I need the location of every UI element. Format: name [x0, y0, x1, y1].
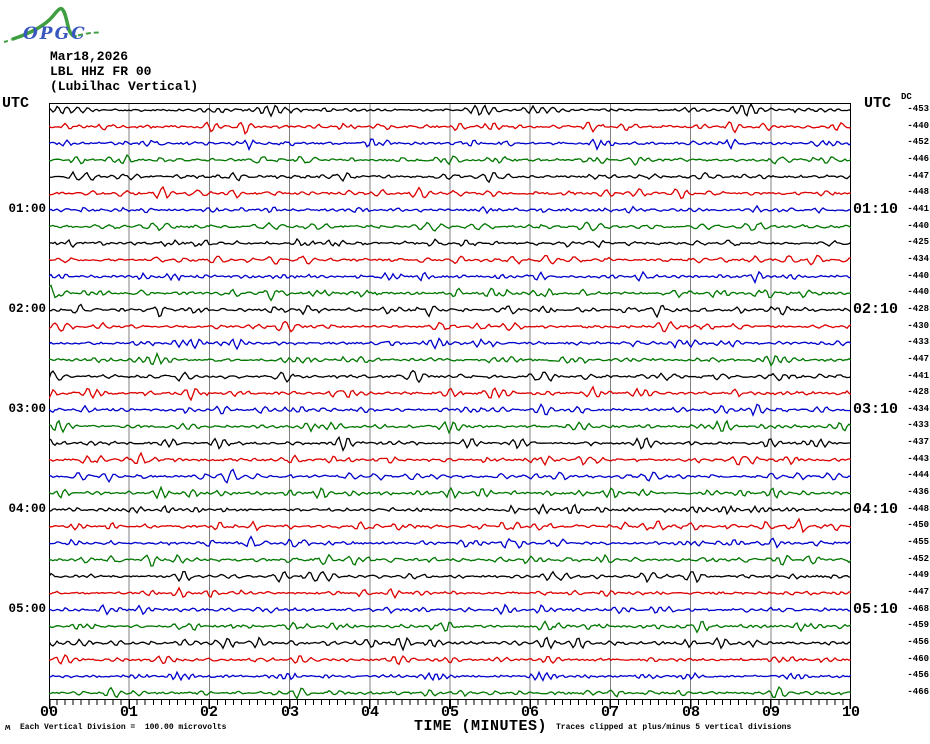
- dc-value: -433: [907, 337, 929, 347]
- dc-value: -425: [907, 237, 929, 247]
- dc-value: -449: [907, 570, 929, 580]
- header-date: Mar18,2026: [50, 49, 129, 64]
- header-station: LBL HHZ FR 00: [50, 64, 152, 79]
- dc-value: -446: [907, 154, 929, 164]
- x-tick-label: 08: [681, 704, 700, 721]
- dc-value: -459: [907, 620, 929, 630]
- dc-value: -453: [907, 104, 929, 114]
- dc-value: -447: [907, 587, 929, 597]
- x-tick-label: 02: [199, 704, 218, 721]
- x-tick-label: 01: [119, 704, 138, 721]
- dc-value: -456: [907, 637, 929, 647]
- dc-value: -433: [907, 420, 929, 430]
- hour-label-left: 01:00: [8, 202, 46, 216]
- dc-value: -468: [907, 604, 929, 614]
- dc-value: -441: [907, 371, 929, 381]
- x-tick-label: 03: [280, 704, 299, 721]
- utc-title-left: UTC: [2, 95, 30, 112]
- dc-value: -428: [907, 304, 929, 314]
- dc-value: -456: [907, 670, 929, 680]
- hour-label-left: 02:00: [8, 302, 46, 316]
- dc-value: -440: [907, 287, 929, 297]
- hour-label-right: 03:10: [853, 401, 899, 418]
- dc-value: -441: [907, 204, 929, 214]
- x-tick-label: 10: [841, 704, 860, 721]
- x-tick-label: 09: [761, 704, 780, 721]
- x-tick-label: 00: [39, 704, 58, 721]
- dc-value: -434: [907, 254, 929, 264]
- seismogram-plot: [49, 103, 851, 700]
- dc-value: -440: [907, 221, 929, 231]
- dc-value: -452: [907, 137, 929, 147]
- dc-value: -440: [907, 121, 929, 131]
- hour-label-right: 02:10: [853, 301, 899, 318]
- dc-column-header: DC: [901, 92, 912, 102]
- hour-label-right: 04:10: [853, 501, 899, 518]
- utc-title-right: UTC: [864, 95, 892, 112]
- dc-value: -447: [907, 171, 929, 181]
- dc-value: -434: [907, 404, 929, 414]
- dc-value: -447: [907, 354, 929, 364]
- hour-label-left: 05:00: [8, 602, 46, 616]
- dc-value: -450: [907, 520, 929, 530]
- corner-mark: ʍ: [5, 723, 11, 733]
- scale-note: Each Vertical Division = 100.00 microvol…: [20, 723, 227, 732]
- dc-value: -437: [907, 437, 929, 447]
- dc-value: -448: [907, 187, 929, 197]
- x-axis-title: TIME (MINUTES): [414, 718, 548, 735]
- dc-value: -444: [907, 470, 929, 480]
- dc-value: -448: [907, 504, 929, 514]
- dc-value: -436: [907, 487, 929, 497]
- x-tick-label: 04: [360, 704, 379, 721]
- seismogram-page: OPGC Mar18,2026 LBL HHZ FR 00 (Lubilhac …: [0, 0, 930, 744]
- hour-label-left: 03:00: [8, 402, 46, 416]
- header-location: (Lubilhac Vertical): [50, 79, 199, 94]
- dc-value: -428: [907, 387, 929, 397]
- opgc-logo-text: OPGC: [23, 24, 87, 44]
- dc-value: -466: [907, 687, 929, 697]
- x-tick-label: 07: [600, 704, 619, 721]
- hour-label-right: 01:10: [853, 201, 899, 218]
- dc-value: -452: [907, 554, 929, 564]
- dc-value: -443: [907, 454, 929, 464]
- hour-label-left: 04:00: [8, 502, 46, 516]
- dc-value: -430: [907, 321, 929, 331]
- dc-value: -440: [907, 271, 929, 281]
- clip-note: Traces clipped at plus/minus 5 vertical …: [556, 723, 792, 732]
- dc-value: -460: [907, 654, 929, 664]
- dc-value: -455: [907, 537, 929, 547]
- hour-label-right: 05:10: [853, 601, 899, 618]
